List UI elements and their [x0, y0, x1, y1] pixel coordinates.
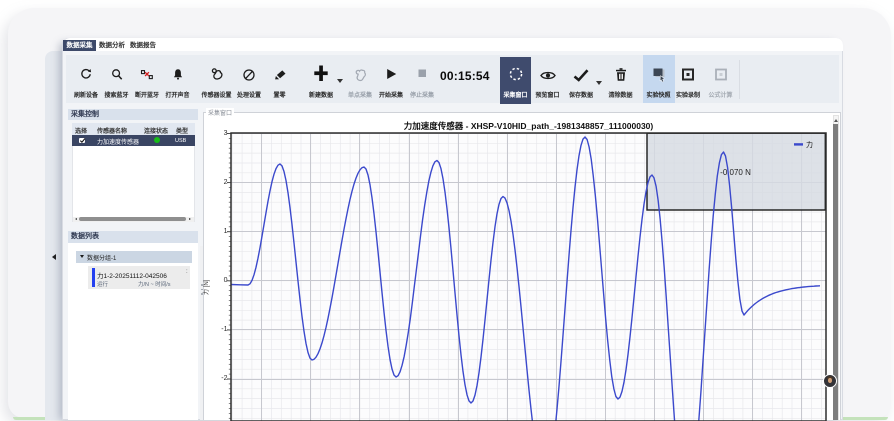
svg-text:-0.070 N: -0.070 N	[720, 168, 751, 177]
svg-text:力: 力	[806, 140, 813, 149]
